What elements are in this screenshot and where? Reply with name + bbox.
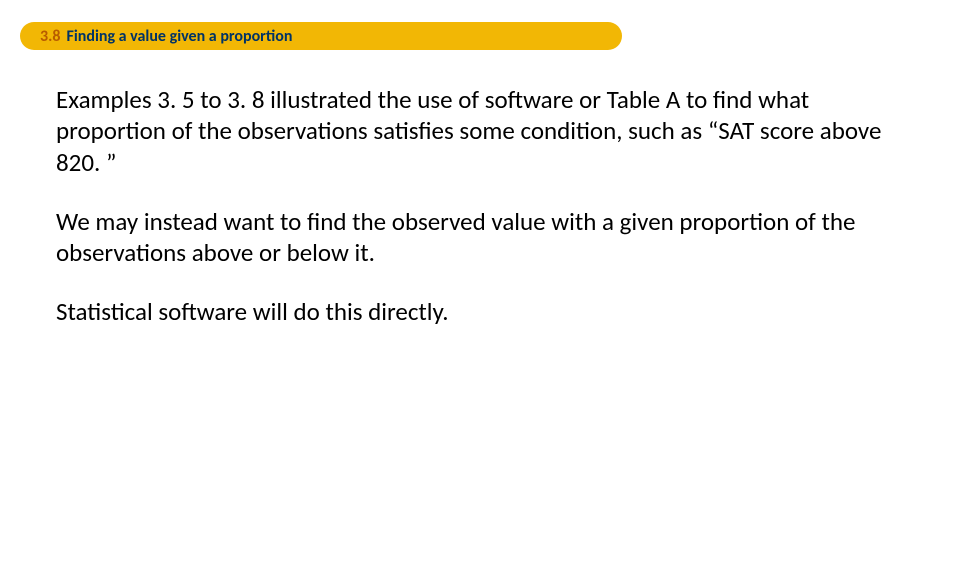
paragraph-1: Examples 3. 5 to 3. 8 illustrated the us…	[56, 84, 904, 178]
section-header-pill: 3.8 Finding a value given a proportion	[20, 22, 622, 50]
section-header: 3.8 Finding a value given a proportion	[0, 22, 960, 52]
section-title: Finding a value given a proportion	[67, 27, 293, 46]
body-content: Examples 3. 5 to 3. 8 illustrated the us…	[0, 52, 960, 328]
section-number: 3.8	[40, 27, 61, 46]
paragraph-3: Statistical software will do this direct…	[56, 296, 904, 327]
paragraph-2: We may instead want to find the observed…	[56, 206, 904, 269]
